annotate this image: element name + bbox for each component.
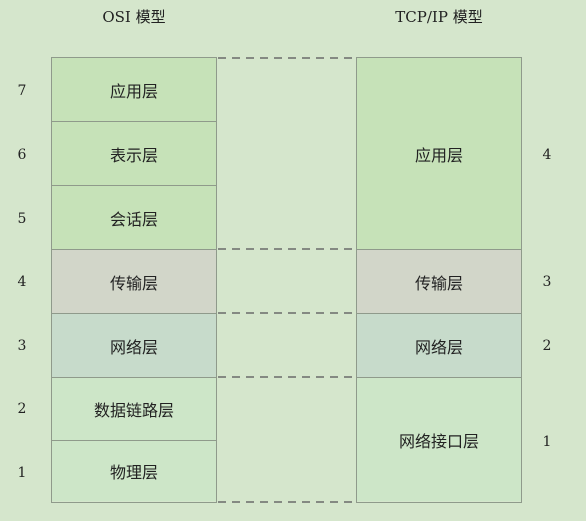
layer-mapping-lines [218,57,355,503]
